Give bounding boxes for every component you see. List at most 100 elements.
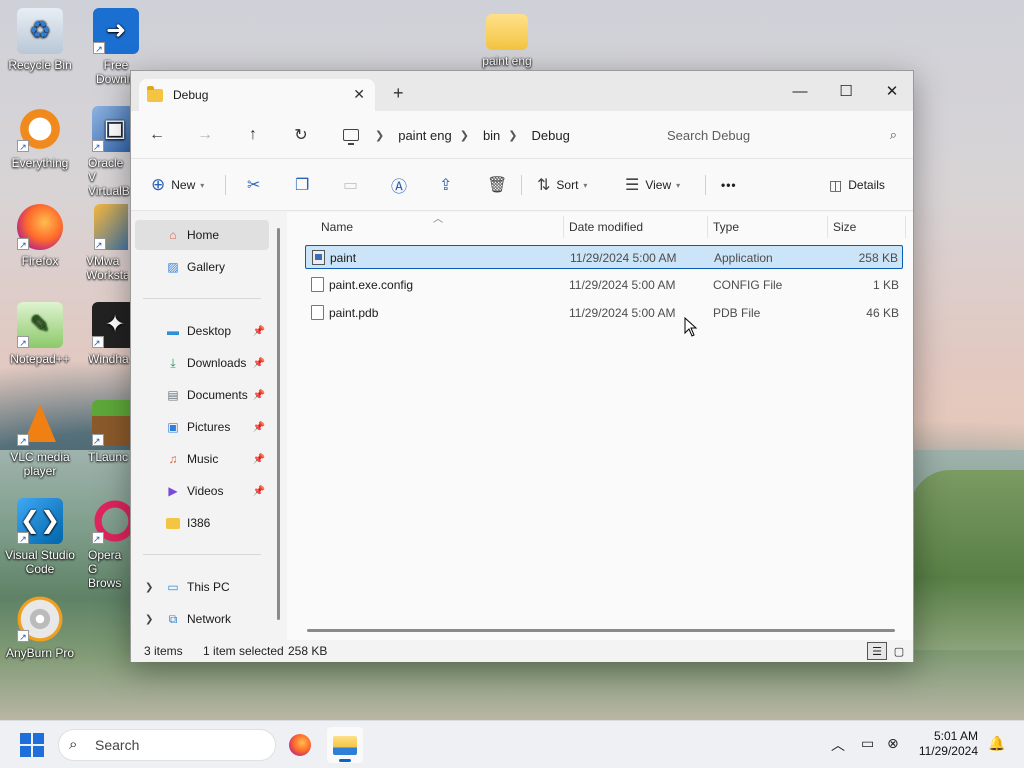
desktop-icon-virtualbox[interactable]: ▣ ↗ Oracle V VirtualB [88, 106, 130, 198]
details-view-icon[interactable]: ☰ [867, 642, 887, 660]
breadcrumb-debug[interactable]: Debug [532, 128, 570, 143]
desktop-icon-vlc[interactable]: ↗ VLC media player [0, 400, 80, 478]
desktop-icon-recycle-bin[interactable]: ♻ Recycle Bin [0, 8, 80, 72]
column-header-date[interactable]: Date modified [569, 220, 643, 234]
desktop-icon-tlauncher[interactable]: ↗ TLaunc [88, 400, 130, 464]
sidebar-item-i386[interactable]: I386 [135, 508, 269, 538]
notifications-bell-icon[interactable]: 🔔 [988, 735, 1005, 752]
this-pc-icon [343, 129, 359, 145]
close-button[interactable]: ✕ [869, 77, 915, 105]
column-header-type[interactable]: Type [713, 220, 739, 234]
sidebar-item-desktop[interactable]: ▬ Desktop 📌 [135, 316, 269, 346]
copy-button[interactable]: ❐ [295, 173, 315, 197]
chevron-right-icon[interactable]: ❯ [145, 582, 153, 593]
cut-button[interactable]: ✂ [247, 173, 266, 197]
windows-start-icon[interactable] [20, 733, 44, 757]
navigation-bar: ← → ↑ ↻ ❯ paint eng ❯ bin ❯ Debug Search… [131, 111, 913, 159]
more-options-button[interactable]: ••• [721, 173, 737, 197]
new-button[interactable]: ⊕ New ▾ [151, 173, 204, 197]
view-button[interactable]: ☰ View ▾ [625, 173, 680, 197]
chevron-right-icon[interactable]: ❯ [145, 614, 153, 625]
file-row-paint-exe-config[interactable]: paint.exe.config 11/29/2024 5:00 AM CONF… [305, 273, 903, 297]
clock-date: 11/29/2024 [918, 744, 978, 758]
desktop-icon-anyburn[interactable]: ↗ AnyBurn Pro [0, 596, 80, 660]
address-bar[interactable]: ❯ paint eng ❯ bin ❯ Debug [331, 119, 643, 151]
tlauncher-icon: ↗ [92, 400, 130, 446]
this-pc-icon: ▭ [167, 580, 179, 594]
file-row-paint[interactable]: paint 11/29/2024 5:00 AM Application 258… [305, 245, 903, 269]
chevron-right-icon: ❯ [508, 129, 518, 142]
forward-arrow-icon[interactable]: → [193, 123, 217, 147]
firefox-icon: ↗ [17, 204, 63, 250]
sidebar-item-home[interactable]: ⌂ Home [135, 220, 269, 250]
explorer-body: ⌂ Home ▨ Gallery ▬ Desktop 📌 ⤓ Downloads… [131, 212, 913, 640]
new-tab-button[interactable]: + [393, 83, 404, 104]
documents-icon: ▤ [167, 388, 179, 402]
new-label: New [171, 178, 196, 192]
paste-button[interactable]: ▭ [343, 173, 364, 197]
rename-button[interactable]: Ⓐ [391, 173, 413, 197]
gallery-icon: ▨ [167, 260, 179, 274]
column-divider [707, 216, 708, 238]
sidebar-item-music[interactable]: ♫ Music 📌 [135, 444, 269, 474]
back-arrow-icon[interactable]: ← [145, 123, 169, 147]
tab-debug[interactable]: Debug ✕ [139, 79, 375, 111]
breadcrumb-paint-eng[interactable]: paint eng [398, 128, 452, 143]
virtualbox-icon: ▣ ↗ [92, 106, 130, 152]
taskbar-search-input[interactable]: ⌕ Search [58, 729, 276, 761]
sidebar-item-network[interactable]: ❯ ⧉ Network [135, 604, 269, 634]
large-icons-view-icon[interactable]: ▢ [889, 642, 909, 660]
search-input[interactable]: Search Debug ⌕ [655, 119, 907, 151]
desktop-icon-notepad-plus-plus[interactable]: ✎ ↗ Notepad++ [0, 302, 80, 366]
details-pane-button[interactable]: ◫ Details [829, 173, 885, 197]
desktop-icon-vscode[interactable]: ❮❯ ↗ Visual Studio Code [0, 498, 80, 576]
notepad-plus-plus-icon: ✎ ↗ [17, 302, 63, 348]
desktop-icon-vmware[interactable]: ↗ VMwa Worksta [86, 204, 128, 282]
details-pane-icon: ◫ [829, 176, 843, 193]
sort-label: Sort [556, 178, 579, 192]
breadcrumb-bin[interactable]: bin [483, 128, 500, 143]
desktop-icon-opera-gx[interactable]: ↗ Opera G Brows [88, 498, 130, 590]
pin-icon: 📌 [252, 389, 265, 401]
show-hidden-icons-chevron-up-icon[interactable]: ︿ [831, 735, 845, 755]
sidebar-item-this-pc[interactable]: ❯ ▭ This PC [135, 572, 269, 602]
vscode-icon: ❮❯ ↗ [17, 498, 63, 544]
toolbar-divider [521, 175, 522, 195]
pin-icon: 📌 [252, 421, 265, 433]
folder-icon [147, 85, 163, 102]
clipboard-icon: ▭ [343, 177, 359, 194]
taskbar-file-explorer[interactable] [327, 727, 363, 763]
sidebar-item-downloads[interactable]: ⤓ Downloads 📌 [135, 348, 269, 378]
taskbar-firefox[interactable] [282, 727, 318, 763]
sidebar-item-gallery[interactable]: ▨ Gallery [135, 252, 269, 282]
column-header-name[interactable]: Name [321, 220, 353, 234]
sort-button[interactable]: ⇅ Sort ▾ [537, 173, 587, 197]
horizontal-scrollbar[interactable] [307, 629, 895, 632]
display-icon[interactable]: ▭ [861, 735, 874, 752]
vlc-icon: ↗ [17, 400, 63, 446]
column-headers: ︿ Name Date modified Type Size [287, 212, 913, 242]
desktop-icon-windhawk[interactable]: ✦ ↗ Windha [88, 302, 130, 366]
desktop-icon-everything[interactable]: ↗ Everything [0, 106, 80, 170]
details-label: Details [848, 178, 885, 192]
pin-icon: 📌 [252, 325, 265, 337]
sidebar-item-pictures[interactable]: ▣ Pictures 📌 [135, 412, 269, 442]
tab-close-icon[interactable]: ✕ [353, 86, 365, 103]
desktop-icon-firefox[interactable]: ↗ Firefox [0, 204, 80, 268]
share-button[interactable]: ⇪ [439, 173, 458, 197]
desktop-icon-paint-eng[interactable]: paint eng [467, 8, 547, 68]
delete-button[interactable]: 🗑 [487, 173, 513, 197]
volume-muted-icon[interactable]: ⊗ [887, 735, 899, 752]
sidebar-item-documents[interactable]: ▤ Documents 📌 [135, 380, 269, 410]
minimize-button[interactable]: — [777, 77, 823, 105]
system-clock[interactable]: 5:01 AM 11/29/2024 [908, 729, 978, 759]
sidebar-scrollbar[interactable] [277, 228, 280, 620]
sidebar-item-videos[interactable]: ▶ Videos 📌 [135, 476, 269, 506]
refresh-icon[interactable]: ↻ [289, 123, 313, 147]
file-row-paint-pdb[interactable]: paint.pdb 11/29/2024 5:00 AM PDB File 46… [305, 301, 903, 325]
chevron-down-icon: ▾ [200, 180, 205, 190]
up-arrow-icon[interactable]: ↑ [241, 123, 265, 147]
selection-count: 1 item selected [203, 644, 284, 658]
column-header-size[interactable]: Size [833, 220, 856, 234]
maximize-button[interactable]: ☐ [823, 77, 869, 105]
